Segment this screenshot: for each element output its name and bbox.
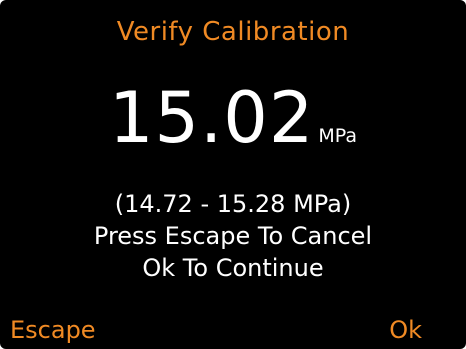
pressure-reading: 15.02 MPa (0, 78, 466, 158)
pressure-value: 15.02 (108, 77, 315, 159)
instructions-block: (14.72 - 15.28 MPa) Press Escape To Canc… (0, 188, 466, 284)
instruction-continue: Ok To Continue (142, 254, 324, 282)
tolerance-range: (14.72 - 15.28 MPa) (114, 190, 352, 218)
instruction-cancel: Press Escape To Cancel (93, 222, 373, 250)
pressure-unit: MPa (318, 125, 358, 147)
screen-title: Verify Calibration (116, 17, 350, 47)
calibration-screen: Verify Calibration 15.02 MPa (14.72 - 15.… (0, 0, 466, 349)
ok-softkey[interactable]: Ok (389, 314, 422, 346)
escape-softkey[interactable]: Escape (10, 314, 96, 346)
